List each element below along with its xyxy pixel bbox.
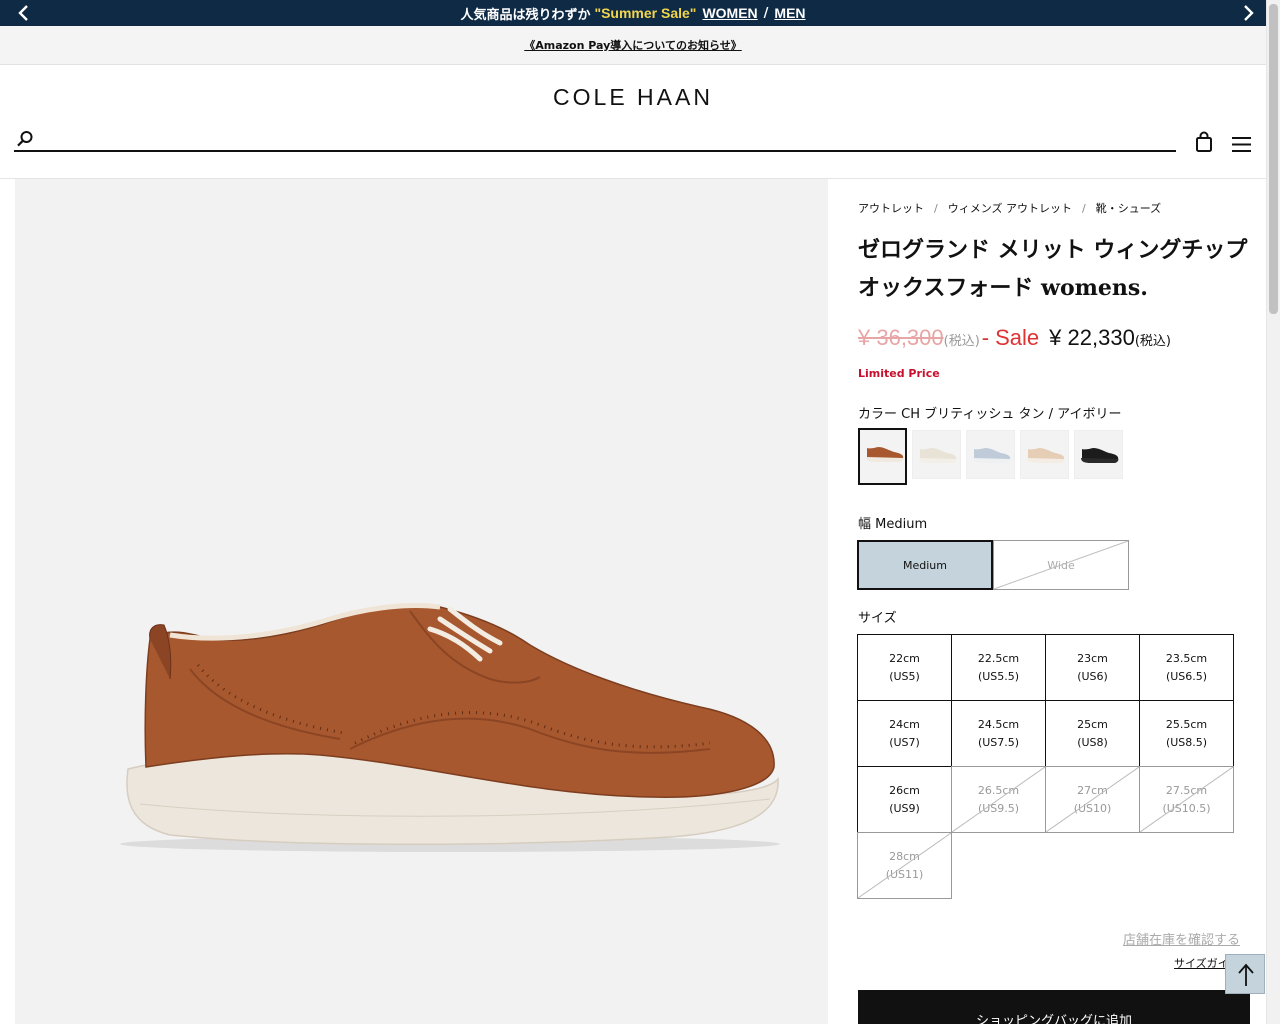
product-image-panel xyxy=(15,179,828,1024)
limited-price-badge: Limited Price xyxy=(858,367,940,380)
size-option[interactable]: 26cm (US9) xyxy=(857,766,952,833)
size-cm: 24cm xyxy=(889,717,920,731)
size-option[interactable]: 27cm (US10) xyxy=(1045,766,1140,833)
size-option[interactable]: 23cm (US6) xyxy=(1045,634,1140,701)
swatch-shoe-image xyxy=(1081,448,1119,463)
size-us: (US7.5) xyxy=(977,735,1020,749)
swatch-shoe-image xyxy=(973,448,1011,463)
search-bar xyxy=(14,128,1176,152)
breadcrumb-item[interactable]: アウトレット xyxy=(858,202,924,215)
size-option[interactable]: 27.5cm (US10.5) xyxy=(1139,766,1234,833)
size-us: (US5) xyxy=(889,669,920,683)
width-option-wide[interactable]: Wide xyxy=(993,540,1129,590)
color-swatch[interactable] xyxy=(966,430,1015,479)
width-option-label: Medium xyxy=(903,558,947,572)
arrow-up-icon xyxy=(1238,963,1254,986)
size-option[interactable]: 25.5cm (US8.5) xyxy=(1139,700,1234,767)
breadcrumb-item[interactable]: ウィメンズ アウトレット xyxy=(948,202,1072,215)
swatch-shoe-image xyxy=(866,447,904,462)
unavailable-strike xyxy=(952,767,1045,832)
breadcrumb-item[interactable]: 靴・シューズ xyxy=(1096,202,1161,215)
back-to-top-button[interactable] xyxy=(1225,954,1265,994)
size-guide-link[interactable]: サイズガイ xyxy=(1174,955,1229,971)
tax-label: (税込) xyxy=(1134,334,1171,349)
unavailable-strike xyxy=(1046,767,1139,832)
size-option[interactable]: 24.5cm (US7.5) xyxy=(951,700,1046,767)
sale-price: ¥ 22,330 xyxy=(1049,325,1135,350)
size-option[interactable]: 22.5cm (US5.5) xyxy=(951,634,1046,701)
width-options: Medium Wide xyxy=(857,540,1129,590)
size-cm: 24.5cm xyxy=(977,717,1020,731)
size-us: (US9) xyxy=(889,801,920,815)
size-option[interactable]: 24cm (US7) xyxy=(857,700,952,767)
promo-bar: 人気商品は残りわずか "Summer Sale" WOMEN / MEN xyxy=(0,0,1266,26)
size-us: (US8) xyxy=(1077,735,1108,749)
size-us: (US8.5) xyxy=(1165,735,1208,749)
brand-logo[interactable]: COLE HAAN xyxy=(0,84,1266,111)
swatch-shoe-image xyxy=(1027,448,1065,463)
product-title: ゼログランド メリット ウィングチップ オックスフォード womens. xyxy=(858,237,1248,301)
unavailable-strike xyxy=(994,541,1128,589)
shopping-bag-icon[interactable] xyxy=(1195,131,1213,153)
size-cm: 26cm xyxy=(889,783,920,797)
promo-separator: / xyxy=(763,5,769,21)
size-option[interactable]: 26.5cm (US9.5) xyxy=(951,766,1046,833)
add-to-bag-button[interactable]: ショッピングバッグに追加 xyxy=(858,990,1250,1024)
color-label: カラー CH ブリティッシュ タン / アイボリー xyxy=(858,407,1122,422)
size-us: (US6.5) xyxy=(1165,669,1208,683)
color-swatch[interactable] xyxy=(858,428,907,485)
size-option[interactable]: 23.5cm (US6.5) xyxy=(1139,634,1234,701)
width-label: 幅 Medium xyxy=(858,517,928,532)
size-cm: 25.5cm xyxy=(1165,717,1208,731)
notice-bar: 《Amazon Pay導入についてのお知らせ》 xyxy=(0,26,1266,65)
size-us: (US7) xyxy=(889,735,920,749)
size-option[interactable]: 25cm (US8) xyxy=(1045,700,1140,767)
color-swatch[interactable] xyxy=(912,430,961,479)
store-stock-link[interactable]: 店舗在庫を確認する xyxy=(1123,929,1240,948)
original-price: ¥ 36,300 xyxy=(858,325,944,350)
sale-label: Sale xyxy=(995,325,1040,350)
color-swatch[interactable] xyxy=(1020,430,1069,479)
promo-link-women[interactable]: WOMEN xyxy=(702,5,757,21)
size-label: サイズ xyxy=(858,611,897,626)
color-swatches xyxy=(858,428,1128,485)
unavailable-strike xyxy=(858,833,951,898)
price-dash: - xyxy=(981,325,990,350)
breadcrumb: アウトレット / ウィメンズ アウトレット / 靴・シューズ xyxy=(858,202,1162,215)
price-row: ¥ 36,300 (税込) - Sale ¥ 22,330 (税込) xyxy=(858,325,1171,351)
color-swatch[interactable] xyxy=(1074,430,1123,479)
promo-link-men[interactable]: MEN xyxy=(774,5,805,21)
size-cm: 23.5cm xyxy=(1165,651,1208,665)
size-cm: 22.5cm xyxy=(977,651,1020,665)
search-icon[interactable] xyxy=(16,130,34,148)
product-shoe-image xyxy=(120,603,780,852)
amazon-pay-notice-link[interactable]: 《Amazon Pay導入についてのお知らせ》 xyxy=(524,37,742,53)
unavailable-strike xyxy=(1140,767,1233,832)
page-scrollbar[interactable] xyxy=(1266,0,1280,1024)
size-us: (US5.5) xyxy=(977,669,1020,683)
size-cm: 22cm xyxy=(889,651,920,665)
hamburger-menu-icon[interactable] xyxy=(1232,136,1251,153)
product-page: 人気商品は残りわずか "Summer Sale" WOMEN / MEN 《Am… xyxy=(0,0,1280,1024)
scrollbar-thumb[interactable] xyxy=(1269,4,1278,314)
size-cm: 23cm xyxy=(1077,651,1108,665)
width-option-medium[interactable]: Medium xyxy=(857,540,993,590)
promo-highlight: "Summer Sale" xyxy=(594,5,697,21)
chevron-right-icon[interactable] xyxy=(1238,3,1258,23)
chevron-left-icon[interactable] xyxy=(14,3,34,23)
tax-label: (税込) xyxy=(943,334,980,349)
promo-text: 人気商品は残りわずか xyxy=(460,7,591,23)
search-input[interactable] xyxy=(44,128,1164,148)
size-option[interactable]: 22cm (US5) xyxy=(857,634,952,701)
swatch-shoe-image xyxy=(919,448,957,463)
size-grid: 22cm (US5) 22.5cm (US5.5) 23cm (US6) 23.5cm (US… xyxy=(857,634,1234,899)
size-cm: 25cm xyxy=(1077,717,1108,731)
size-option[interactable]: 28cm (US11) xyxy=(857,832,952,899)
size-us: (US6) xyxy=(1077,669,1108,683)
